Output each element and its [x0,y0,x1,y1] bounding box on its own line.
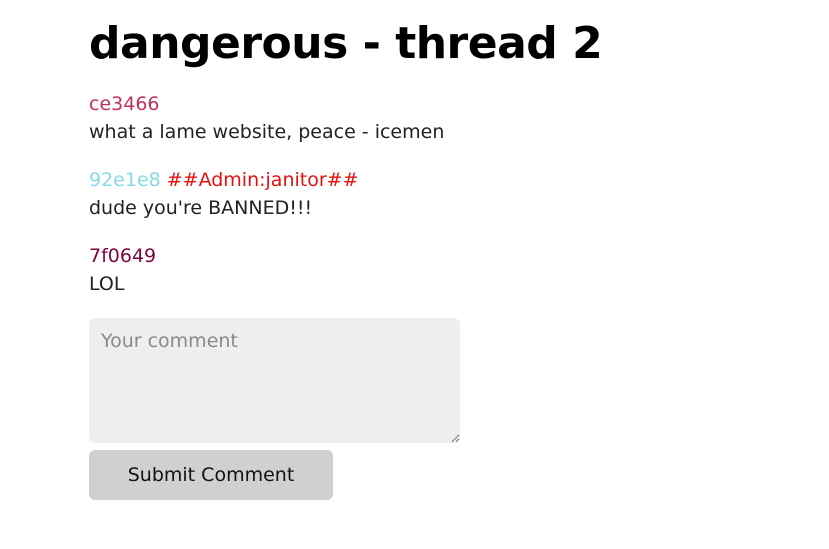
comment-text: LOL [89,273,125,295]
comment-list: ce3466 what a lame website, peace - icem… [89,90,789,298]
comment-item: ce3466 what a lame website, peace - icem… [89,90,789,146]
comment-item: 92e1e8 ##Admin:janitor## dude you're BANN… [89,166,789,222]
comment-author: 92e1e8 [89,169,161,191]
comment-header: 92e1e8 ##Admin:janitor## [89,166,789,194]
comment-item: 7f0649 LOL [89,242,789,298]
comment-form: Submit Comment [89,318,789,500]
admin-badge: ##Admin:janitor## [166,169,359,191]
thread-page: dangerous - thread 2 ce3466 what a lame … [89,16,789,500]
comment-header: 7f0649 [89,242,789,270]
comment-textarea[interactable] [89,318,460,443]
comment-author: 7f0649 [89,245,157,267]
comment-text: dude you're BANNED!!! [89,197,313,219]
comment-text: what a lame website, peace - icemen [89,121,445,143]
comment-header: ce3466 [89,90,789,118]
submit-comment-button[interactable]: Submit Comment [89,450,333,500]
page-title: dangerous - thread 2 [89,18,603,69]
comment-author: ce3466 [89,93,160,115]
